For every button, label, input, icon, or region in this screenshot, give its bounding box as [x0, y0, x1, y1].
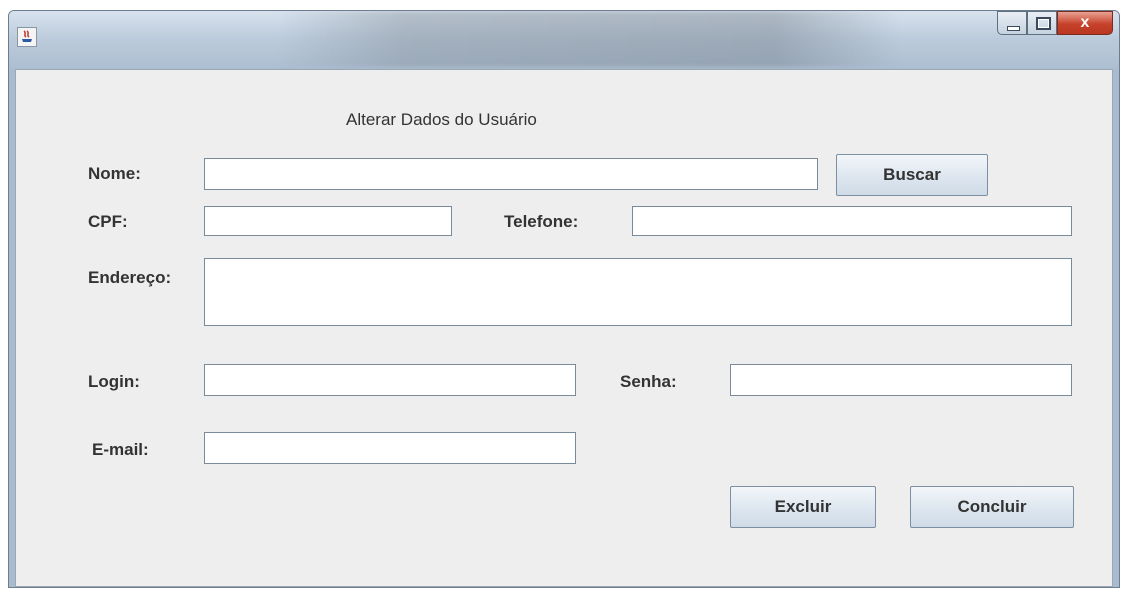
endereco-label: Endereço:: [88, 268, 172, 287]
telefone-label: Telefone:: [504, 212, 579, 231]
cpf-input[interactable]: [204, 206, 452, 236]
title-bar[interactable]: x: [9, 11, 1119, 67]
title-bar-background: [279, 11, 899, 67]
excluir-button[interactable]: Excluir: [730, 486, 876, 528]
form-panel: Alterar Dados do Usuário Nome: Buscar CP…: [15, 69, 1113, 587]
login-label: Login:: [88, 372, 140, 391]
nome-label: Nome:: [88, 164, 141, 183]
java-app-icon[interactable]: [17, 27, 37, 47]
cpf-label: CPF:: [88, 212, 128, 231]
app-window: x Alterar Dados do Usuário Nome: Buscar …: [8, 10, 1120, 588]
email-label: E-mail:: [92, 440, 149, 459]
endereco-textarea[interactable]: [204, 258, 1072, 326]
telefone-input[interactable]: [632, 206, 1072, 236]
login-input[interactable]: [204, 364, 576, 396]
minimize-button[interactable]: [997, 11, 1027, 35]
window-controls: x: [997, 11, 1113, 39]
nome-input[interactable]: [204, 158, 818, 190]
buscar-button[interactable]: Buscar: [836, 154, 988, 196]
concluir-button[interactable]: Concluir: [910, 486, 1074, 528]
close-button[interactable]: x: [1057, 11, 1113, 35]
maximize-button[interactable]: [1027, 11, 1057, 35]
form-title: Alterar Dados do Usuário: [346, 110, 537, 129]
email-input[interactable]: [204, 432, 576, 464]
senha-label: Senha:: [620, 372, 677, 391]
senha-input[interactable]: [730, 364, 1072, 396]
